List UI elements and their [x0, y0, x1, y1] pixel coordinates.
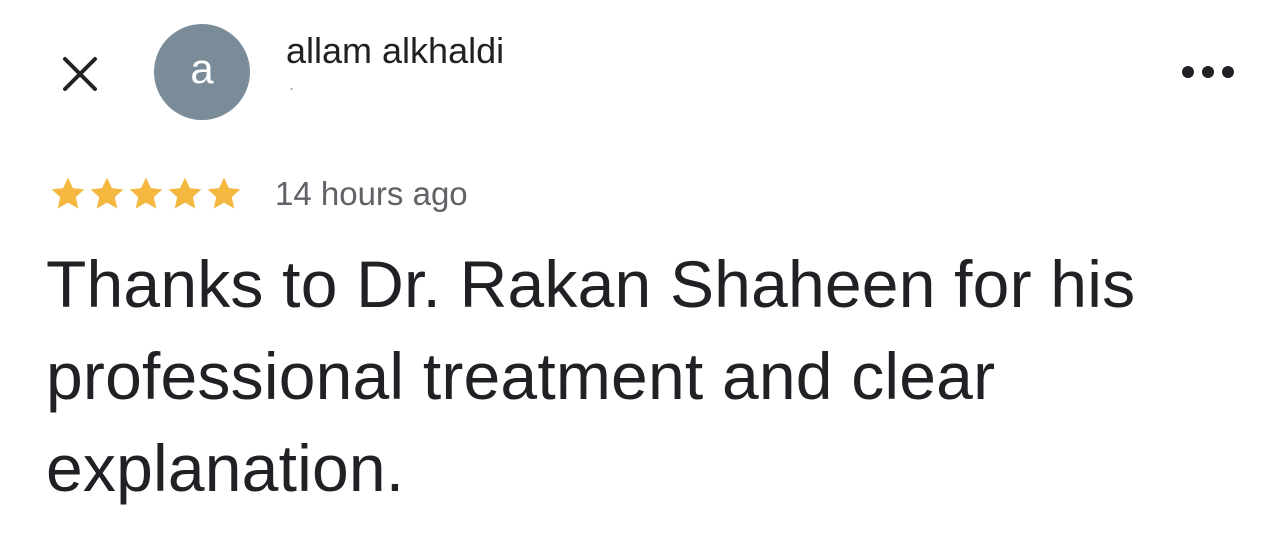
star-icon: [90, 177, 124, 209]
star-icon: [207, 177, 241, 209]
avatar[interactable]: a: [154, 24, 250, 120]
star-rating: [48, 174, 243, 214]
star-icon: [129, 177, 163, 209]
author-subtitle: .: [289, 74, 295, 94]
review-timestamp: 14 hours ago: [275, 175, 468, 212]
review-text: Thanks to Dr. Rakan Shaheen for his prof…: [46, 247, 1136, 505]
more-options-button[interactable]: [1178, 52, 1238, 92]
more-horizontal-icon: [1182, 66, 1234, 78]
close-icon: [63, 57, 97, 91]
rating-row: 14 hours ago: [48, 172, 468, 216]
star-icon: [51, 177, 85, 209]
author-name[interactable]: allam alkhaldi: [286, 30, 504, 72]
star-icon: [168, 177, 202, 209]
avatar-letter: a: [190, 45, 214, 92]
close-button[interactable]: [56, 50, 104, 98]
